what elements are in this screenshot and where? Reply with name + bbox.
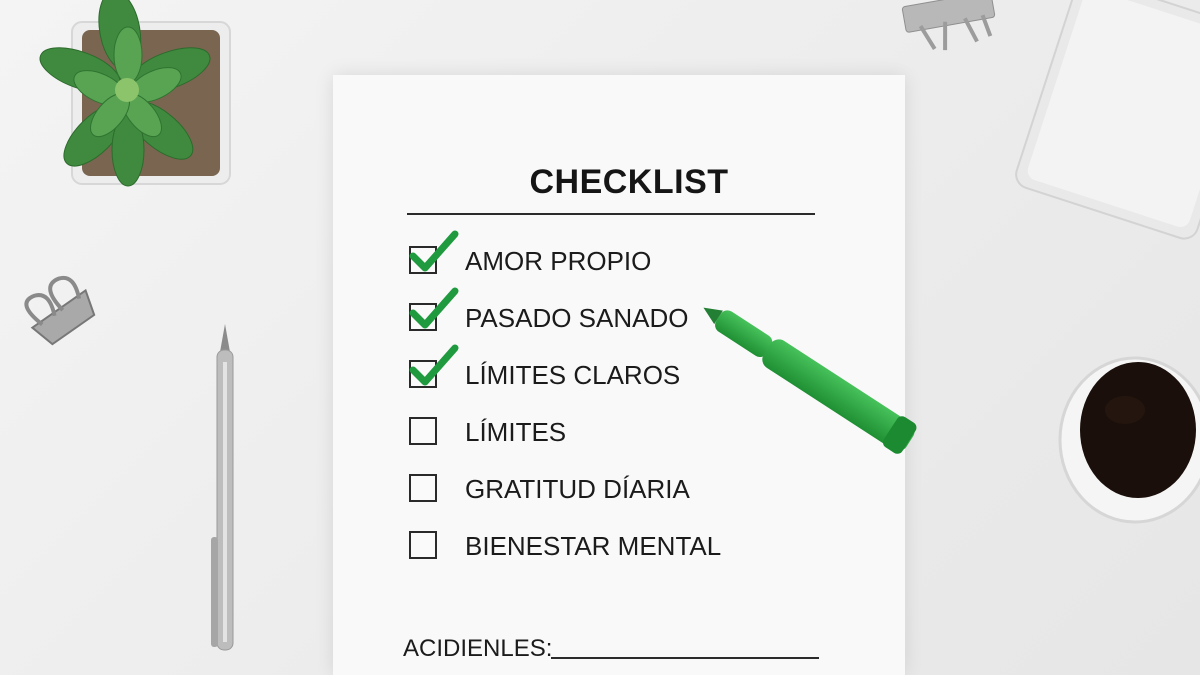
checkmark-icon bbox=[409, 344, 459, 386]
checklist-item[interactable]: BIENESTAR MENTAL bbox=[409, 525, 739, 561]
checklist-item-label: PASADO SANADO bbox=[465, 303, 689, 333]
checklist-item-label: GRATITUD DÍARIA bbox=[465, 474, 690, 504]
checkmark-icon bbox=[409, 230, 459, 272]
footer-label: ACIDIENLES: bbox=[403, 635, 553, 662]
marker-icon bbox=[703, 307, 917, 454]
desk-scene: CHECKLIST AMOR PROPIO PASADO SANADO LÍMITE… bbox=[0, 0, 1200, 675]
checklist-item-label: BIENESTAR MENTAL bbox=[465, 531, 722, 561]
checklist-item-label: AMOR PROPIO bbox=[465, 246, 652, 276]
checkbox-unchecked[interactable] bbox=[409, 474, 437, 502]
title-underline bbox=[407, 213, 815, 215]
binder-clip-icon bbox=[901, 0, 996, 51]
checkbox-unchecked[interactable] bbox=[409, 531, 437, 559]
pen-icon bbox=[211, 324, 234, 651]
checkbox-unchecked[interactable] bbox=[409, 417, 437, 445]
footer-blank-line bbox=[551, 657, 819, 659]
coffee-cup-icon bbox=[1058, 356, 1200, 524]
binder-clip-icon bbox=[24, 275, 96, 346]
notebook-icon bbox=[1015, 0, 1200, 240]
checklist-item-label: LÍMITES bbox=[465, 417, 567, 447]
checklist-item[interactable]: AMOR PROPIO bbox=[409, 230, 739, 276]
checklist-title: CHECKLIST bbox=[529, 163, 729, 201]
checklist-item-label: LÍMITES CLAROS bbox=[465, 360, 681, 390]
succulent-plant-icon bbox=[39, 0, 231, 187]
checkmark-icon bbox=[409, 287, 459, 329]
